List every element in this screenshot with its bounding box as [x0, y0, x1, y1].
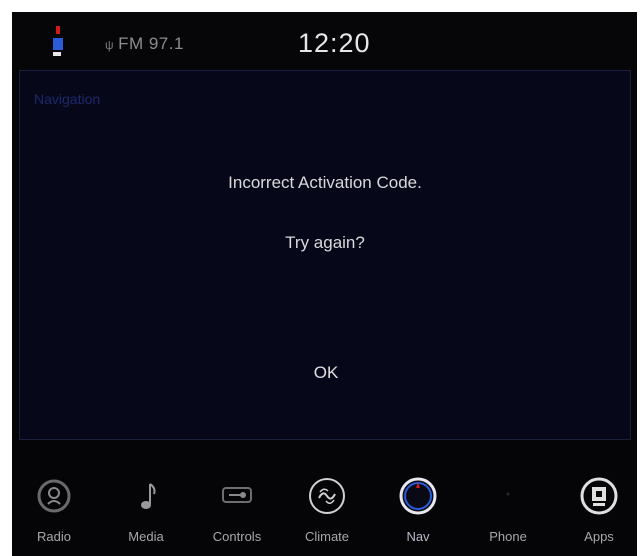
nav-item-phone[interactable]: Phone — [472, 474, 544, 556]
dialog-panel: Navigation Incorrect Activation Code. Tr… — [19, 70, 631, 440]
controls-icon — [222, 487, 252, 503]
nav-label-nav: Nav — [406, 529, 430, 544]
bottom-nav-bar: Radio Media Controls Climate Nav Phone A… — [12, 452, 637, 556]
phone-icon — [506, 492, 510, 496]
radio-station-label: FM 97.1 — [118, 34, 184, 53]
clock: 12:20 — [298, 28, 371, 58]
infotainment-screen: ψ FM 97.1 12:20 Navigation Incorrect Acti… — [12, 12, 637, 556]
nav-label-radio: Radio — [37, 529, 71, 544]
apps-icon — [580, 477, 618, 515]
nav-item-apps[interactable]: Apps — [563, 474, 635, 556]
radio-icon — [37, 479, 71, 513]
nav-item-radio[interactable]: Radio — [18, 474, 90, 556]
nav-item-climate[interactable]: Climate — [291, 474, 363, 556]
ok-button[interactable]: OK — [276, 353, 376, 393]
nav-item-controls[interactable]: Controls — [201, 474, 273, 556]
retry-prompt: Try again? — [285, 233, 365, 252]
antenna-icon: ψ — [105, 38, 115, 52]
music-note-icon — [141, 483, 156, 509]
status-bar: ψ FM 97.1 12:20 — [12, 12, 637, 70]
nav-item-media[interactable]: Media — [110, 474, 182, 556]
nav-label-controls: Controls — [212, 529, 262, 544]
nav-label-media: Media — [128, 529, 164, 544]
compass-icon — [399, 477, 437, 515]
nav-item-nav[interactable]: Nav — [382, 474, 454, 556]
climate-fan-icon — [309, 478, 345, 514]
nav-label-phone: Phone — [489, 529, 527, 544]
nav-label-apps: Apps — [584, 529, 614, 544]
nav-status-icon — [53, 26, 63, 56]
panel-title: Navigation — [34, 91, 101, 107]
error-message: Incorrect Activation Code. — [228, 173, 422, 192]
radio-status[interactable]: ψ FM 97.1 — [105, 34, 184, 54]
nav-label-climate: Climate — [304, 529, 350, 544]
